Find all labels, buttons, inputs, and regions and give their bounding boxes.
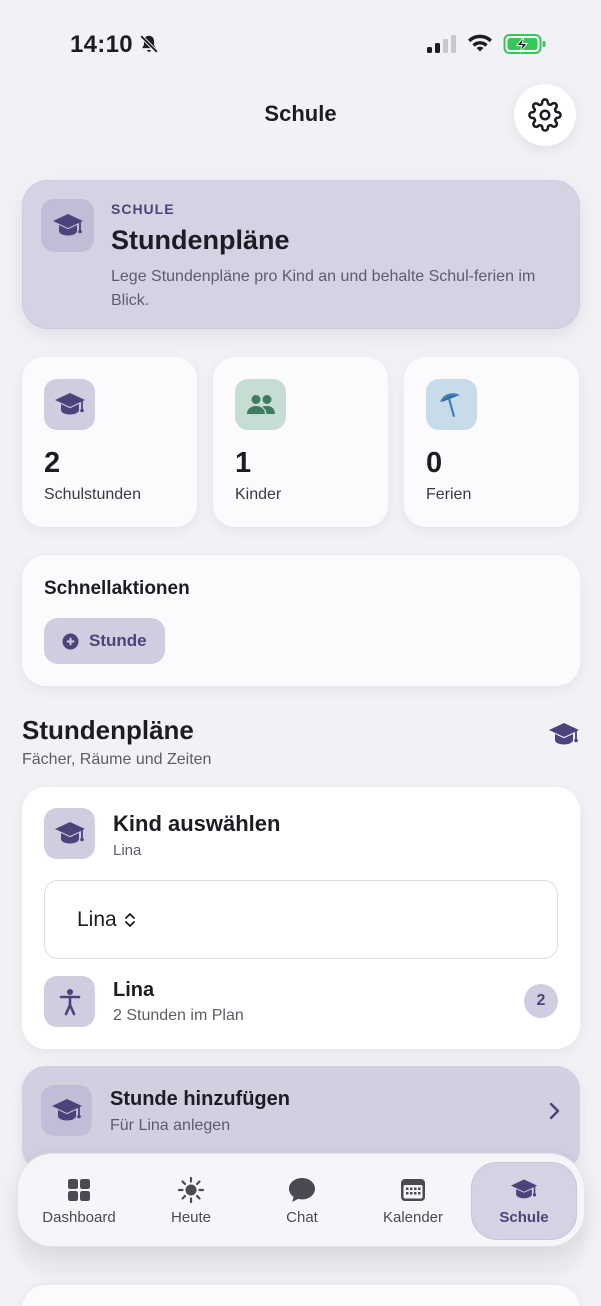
quick-button-label: Stunde: [89, 631, 147, 650]
chevron-right-icon: [549, 1102, 560, 1120]
hero-title: Stundenpläne: [111, 225, 290, 255]
child-lesson-badge: 2: [524, 984, 558, 1018]
stat-value: 0: [426, 447, 443, 479]
settings-button[interactable]: [514, 84, 576, 146]
stat-icon-tile: [44, 379, 95, 430]
page-title: Schule: [264, 101, 337, 126]
quick-actions-title: Schnellaktionen: [44, 578, 190, 599]
kid-select-card: Kind auswählen Lina Lina Lina 2 Stunden …: [22, 787, 580, 1049]
graduation-cap-icon: [54, 821, 85, 843]
stat-icon-tile: [426, 379, 477, 430]
wifi-icon: [468, 34, 492, 52]
bell-slash-icon: [139, 34, 159, 54]
stat-card-kinder[interactable]: 1 Kinder: [213, 357, 388, 527]
kid-select-subtitle: Lina: [113, 842, 142, 859]
stat-label: Ferien: [426, 486, 472, 503]
tab-chat[interactable]: Chat: [249, 1162, 355, 1240]
battery-charging-icon: [503, 34, 546, 54]
section-subtitle: Fächer, Räume und Zeiten: [22, 751, 212, 768]
section-title: Stundenpläne: [22, 715, 194, 745]
graduation-cap-icon: [510, 1179, 538, 1198]
cellular-signal-icon: [427, 35, 456, 53]
add-lesson-quick-button[interactable]: Stunde: [44, 618, 165, 664]
status-time: 14:10: [70, 31, 133, 58]
hero-eyebrow: SCHULE: [111, 201, 175, 217]
tab-bar: Dashboard Heute Chat Kalender Schule: [17, 1153, 585, 1247]
chat-bubble-icon: [289, 1177, 315, 1202]
child-avatar: [44, 976, 95, 1027]
beach-umbrella-icon: [439, 392, 460, 417]
graduation-cap-icon: [54, 392, 85, 414]
grid-icon: [68, 1178, 90, 1201]
add-lesson-subtitle: Für Lina anlegen: [110, 1117, 231, 1134]
stat-card-schulstunden[interactable]: 2 Schulstunden: [22, 357, 197, 527]
stat-icon-tile: [235, 379, 286, 430]
person-figure-icon: [59, 988, 80, 1015]
add-lesson-icon-tile: [41, 1085, 92, 1136]
tab-label: Dashboard: [42, 1208, 116, 1226]
plus-circle-icon: [62, 633, 79, 649]
tab-schule[interactable]: Schule: [471, 1162, 577, 1240]
kid-select-title: Kind auswählen: [113, 811, 281, 836]
stat-card-ferien[interactable]: 0 Ferien: [404, 357, 579, 527]
graduation-cap-icon: [549, 723, 579, 745]
tab-label: Chat: [286, 1208, 318, 1226]
stat-value: 1: [235, 447, 252, 479]
tab-dashboard[interactable]: Dashboard: [26, 1162, 132, 1240]
tab-heute[interactable]: Heute: [138, 1162, 244, 1240]
partially-hidden-card: [22, 1285, 580, 1306]
hero-card: SCHULE Stundenpläne Lege Stundenpläne pr…: [22, 180, 580, 329]
tab-label: Schule: [499, 1208, 549, 1226]
kid-select-icon-tile: [44, 808, 95, 859]
tab-label: Kalender: [382, 1208, 444, 1226]
sun-icon: [177, 1176, 205, 1203]
graduation-cap-icon: [52, 213, 83, 235]
people-icon: [246, 394, 275, 414]
tab-label: Heute: [170, 1208, 212, 1226]
quick-actions-card: Schnellaktionen Stunde: [22, 555, 580, 686]
chevron-up-down-icon: [124, 912, 135, 927]
add-lesson-title: Stunde hinzufügen: [110, 1088, 290, 1110]
child-picker-value: Lina: [77, 907, 117, 931]
hero-icon-tile: [41, 199, 94, 252]
gear-icon: [528, 98, 562, 132]
calendar-icon: [401, 1178, 425, 1201]
stat-label: Kinder: [235, 486, 282, 503]
child-picker[interactable]: Lina: [44, 880, 558, 959]
tab-kalender[interactable]: Kalender: [360, 1162, 466, 1240]
hero-description: Lege Stundenpläne pro Kind an und behalt…: [111, 268, 536, 309]
status-bar: 14:10: [0, 0, 601, 90]
child-lesson-count: 2 Stunden im Plan: [113, 1007, 244, 1024]
stat-label: Schulstunden: [44, 486, 141, 503]
graduation-cap-icon: [51, 1098, 82, 1120]
child-name: Lina: [113, 979, 155, 1001]
stat-value: 2: [44, 447, 61, 479]
